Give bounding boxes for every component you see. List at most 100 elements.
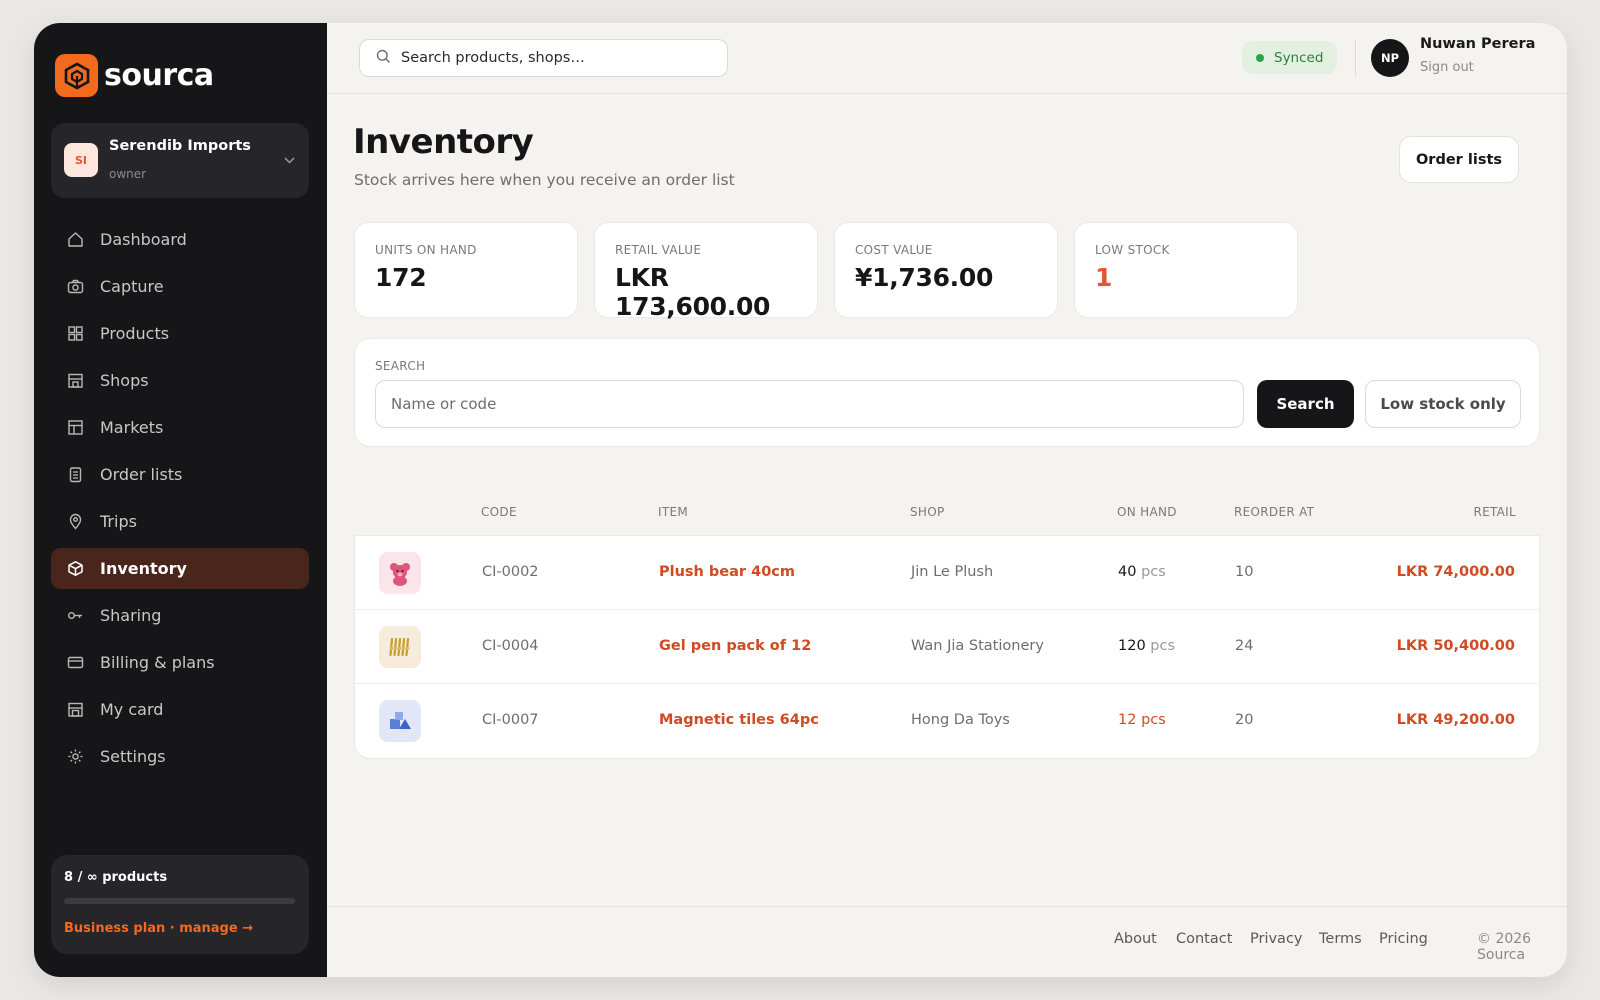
stat-label: LOW STOCK <box>1095 243 1170 257</box>
manage-plan-link[interactable]: Business plan · manage → <box>64 921 253 936</box>
column-header-reorder-at[interactable]: REORDER AT <box>1234 505 1314 519</box>
plan-usage-bar <box>64 898 295 904</box>
sidebar-item-products[interactable]: Products <box>51 313 309 354</box>
topbar: Synced NP Nuwan Perera Sign out <box>327 23 1567 94</box>
on-hand-value: 40 <box>1118 564 1137 580</box>
stat-label: UNITS ON HAND <box>375 243 477 257</box>
plan-product-count: 8 / ∞ products <box>64 870 168 885</box>
inventory-search-input[interactable] <box>375 380 1244 428</box>
footer-link-pricing[interactable]: Pricing <box>1379 931 1428 947</box>
divider <box>1355 40 1356 77</box>
layout-icon <box>66 418 85 437</box>
sync-status-label: Synced <box>1274 49 1324 66</box>
cell-code: CI-0004 <box>482 638 539 654</box>
avatar[interactable]: NP <box>1371 39 1409 77</box>
app-window: sourca SI Serendib Imports owner Dashboa… <box>34 23 1567 977</box>
home-icon <box>66 230 85 249</box>
sidebar-item-dashboard[interactable]: Dashboard <box>51 219 309 260</box>
on-hand-value: 12 <box>1118 712 1137 728</box>
cell-code: CI-0002 <box>482 564 539 580</box>
sign-out-link[interactable]: Sign out <box>1420 60 1474 75</box>
store-icon <box>66 371 85 390</box>
status-dot-icon <box>1256 53 1264 62</box>
table-row[interactable]: CI-0004 Gel pen pack of 12 Wan Jia Stati… <box>355 610 1539 684</box>
on-hand-unit: pcs <box>1141 564 1166 580</box>
id-card-icon <box>66 700 85 719</box>
stat-value: LKR 173,600.00 <box>615 263 771 321</box>
footer-link-privacy[interactable]: Privacy <box>1250 931 1303 947</box>
copyright: © 2026 Sourca <box>1477 931 1532 963</box>
column-header-shop[interactable]: SHOP <box>910 505 945 519</box>
global-search[interactable] <box>359 39 728 77</box>
sidebar-item-shops[interactable]: Shops <box>51 360 309 401</box>
stat-value: 1 <box>1095 263 1113 292</box>
column-header-code[interactable]: CODE <box>481 505 517 519</box>
sidebar-item-settings[interactable]: Settings <box>51 736 309 777</box>
column-header-item[interactable]: ITEM <box>658 505 688 519</box>
sidebar-item-order-lists[interactable]: Order lists <box>51 454 309 495</box>
stat-card-units: UNITS ON HAND 172 <box>354 222 578 318</box>
sidebar-item-trips[interactable]: Trips <box>51 501 309 542</box>
global-search-input[interactable] <box>401 50 701 66</box>
sidebar-item-billing[interactable]: Billing & plans <box>51 642 309 683</box>
cell-item-link[interactable]: Gel pen pack of 12 <box>659 638 811 654</box>
footer-link-about[interactable]: About <box>1114 931 1157 947</box>
cell-item-link[interactable]: Magnetic tiles 64pc <box>659 712 819 728</box>
sidebar: sourca SI Serendib Imports owner Dashboa… <box>34 23 327 977</box>
cell-retail: LKR 49,200.00 <box>1396 712 1515 728</box>
inventory-table: CODE ITEM SHOP ON HAND REORDER AT RETAIL… <box>354 475 1540 759</box>
low-stock-toggle[interactable]: Low stock only <box>1365 380 1521 428</box>
table-row[interactable]: CI-0007 Magnetic tiles 64pc Hong Da Toys… <box>355 684 1539 758</box>
user-name: Nuwan Perera <box>1420 36 1536 52</box>
search-label: SEARCH <box>375 359 426 373</box>
plan-card: 8 / ∞ products Business plan · manage → <box>51 855 309 954</box>
footer-link-terms[interactable]: Terms <box>1319 931 1362 947</box>
stat-card-retail-value: RETAIL VALUE LKR 173,600.00 <box>594 222 818 321</box>
bear-icon <box>379 552 421 594</box>
cell-reorder-at: 24 <box>1235 638 1254 654</box>
table-row[interactable]: CI-0002 Plush bear 40cm Jin Le Plush 40 … <box>355 536 1539 610</box>
on-hand-unit: pcs <box>1150 638 1176 654</box>
table-header: CODE ITEM SHOP ON HAND REORDER AT RETAIL <box>354 475 1540 535</box>
search-button[interactable]: Search <box>1257 380 1354 428</box>
logo[interactable]: sourca <box>55 54 214 97</box>
sidebar-item-markets[interactable]: Markets <box>51 407 309 448</box>
chevron-down-icon <box>284 153 295 167</box>
key-icon <box>66 606 85 625</box>
logo-icon <box>55 54 98 97</box>
sidebar-item-label: Settings <box>100 747 166 766</box>
column-header-on-hand[interactable]: ON HAND <box>1117 505 1177 519</box>
on-hand-value: 120 <box>1118 638 1146 654</box>
sync-status-badge: Synced <box>1242 41 1337 74</box>
page-subtitle: Stock arrives here when you receive an o… <box>354 171 735 189</box>
column-header-retail[interactable]: RETAIL <box>1473 505 1516 519</box>
org-avatar: SI <box>64 143 98 177</box>
sidebar-item-capture[interactable]: Capture <box>51 266 309 307</box>
sidebar-item-label: Shops <box>100 371 149 390</box>
cell-shop: Jin Le Plush <box>911 564 994 580</box>
footer-link-contact[interactable]: Contact <box>1176 931 1232 947</box>
cell-reorder-at: 20 <box>1235 712 1254 728</box>
brand-name: sourca <box>104 58 214 93</box>
stat-card-low-stock: LOW STOCK 1 <box>1074 222 1298 318</box>
stat-card-cost-value: COST VALUE ¥1,736.00 <box>834 222 1058 318</box>
inventory-search-panel: SEARCH Search Low stock only <box>354 338 1540 447</box>
sidebar-item-inventory[interactable]: Inventory <box>51 548 309 589</box>
cell-shop: Hong Da Toys <box>911 712 1010 728</box>
org-switcher[interactable]: SI Serendib Imports owner <box>51 123 309 198</box>
sidebar-item-label: Capture <box>100 277 164 296</box>
sidebar-item-sharing[interactable]: Sharing <box>51 595 309 636</box>
cell-item-link[interactable]: Plush bear 40cm <box>659 564 795 580</box>
sidebar-item-label: Dashboard <box>100 230 187 249</box>
search-icon <box>376 49 391 68</box>
cell-retail: LKR 74,000.00 <box>1396 564 1515 580</box>
sidebar-item-my-card[interactable]: My card <box>51 689 309 730</box>
footer: About Contact Privacy Terms Pricing © 20… <box>327 906 1567 977</box>
order-lists-button[interactable]: Order lists <box>1399 136 1519 183</box>
table-body: CI-0002 Plush bear 40cm Jin Le Plush 40 … <box>354 535 1540 759</box>
box-icon <box>66 559 85 578</box>
sidebar-item-label: Sharing <box>100 606 162 625</box>
pens-icon <box>379 626 421 668</box>
cell-on-hand: 12 pcs <box>1118 712 1166 728</box>
sidebar-item-label: Inventory <box>100 559 187 578</box>
